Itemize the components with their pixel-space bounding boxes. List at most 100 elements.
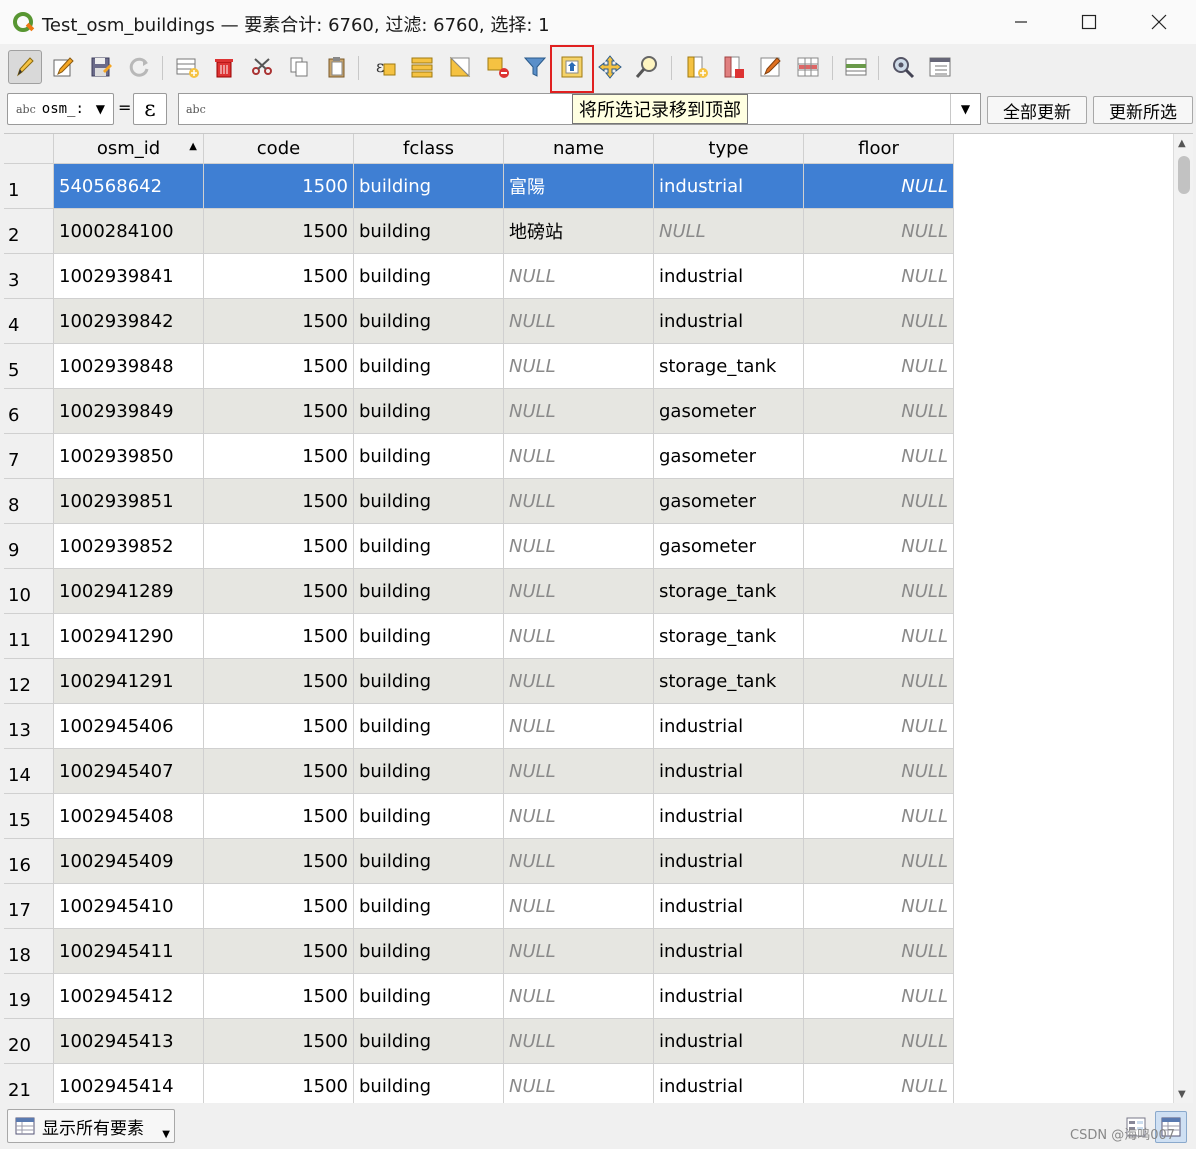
cell-type[interactable]: industrial	[654, 1019, 804, 1064]
cell-osm-id[interactable]: 1002945406	[54, 704, 204, 749]
multi-edit-button[interactable]	[46, 50, 80, 84]
cell-code[interactable]: 1500	[204, 344, 354, 389]
cell-type[interactable]: industrial	[654, 884, 804, 929]
table-row[interactable]: 18 1002945411 1500 building NULL industrial NU…	[4, 929, 954, 974]
invert-selection-button[interactable]	[443, 50, 477, 84]
cell-code[interactable]: 1500	[204, 434, 354, 479]
cell-floor[interactable]: NULL	[804, 1064, 954, 1103]
cell-code[interactable]: 1500	[204, 929, 354, 974]
cell-type[interactable]: storage_tank	[654, 344, 804, 389]
cell-code[interactable]: 1500	[204, 164, 354, 209]
field-select[interactable]: abc osm_: ▼	[7, 93, 114, 125]
cell-name[interactable]: 地磅站	[504, 209, 654, 254]
cell-fclass[interactable]: building	[354, 344, 504, 389]
cell-floor[interactable]: NULL	[804, 299, 954, 344]
cell-osm-id[interactable]: 1002945409	[54, 839, 204, 884]
row-number[interactable]: 18	[4, 929, 54, 974]
table-row[interactable]: 2 1000284100 1500 building 地磅站 NULL NULL	[4, 209, 954, 254]
cell-code[interactable]: 1500	[204, 1019, 354, 1064]
cell-floor[interactable]: NULL	[804, 254, 954, 299]
new-field-button[interactable]	[679, 50, 713, 84]
expression-button[interactable]: ε	[133, 93, 167, 125]
delete-field-button[interactable]	[716, 50, 750, 84]
row-number[interactable]: 8	[4, 479, 54, 524]
cell-code[interactable]: 1500	[204, 254, 354, 299]
cell-fclass[interactable]: building	[354, 884, 504, 929]
cell-fclass[interactable]: building	[354, 704, 504, 749]
cell-floor[interactable]: NULL	[804, 164, 954, 209]
row-number[interactable]: 21	[4, 1064, 54, 1103]
row-number[interactable]: 4	[4, 299, 54, 344]
cell-code[interactable]: 1500	[204, 749, 354, 794]
cell-name[interactable]: NULL	[504, 389, 654, 434]
cell-osm-id[interactable]: 1002939841	[54, 254, 204, 299]
table-row[interactable]: 13 1002945406 1500 building NULL industrial NU…	[4, 704, 954, 749]
row-number[interactable]: 17	[4, 884, 54, 929]
row-number[interactable]: 10	[4, 569, 54, 614]
column-header-type[interactable]: type	[654, 134, 804, 164]
select-all-button[interactable]	[405, 50, 439, 84]
cell-osm-id[interactable]: 1002939852	[54, 524, 204, 569]
cell-osm-id[interactable]: 1002939848	[54, 344, 204, 389]
cell-code[interactable]: 1500	[204, 299, 354, 344]
cell-osm-id[interactable]: 1002941290	[54, 614, 204, 659]
row-number[interactable]: 20	[4, 1019, 54, 1064]
cell-osm-id[interactable]: 1002939851	[54, 479, 204, 524]
cell-floor[interactable]: NULL	[804, 704, 954, 749]
cell-fclass[interactable]: building	[354, 209, 504, 254]
cell-type[interactable]: industrial	[654, 839, 804, 884]
cell-code[interactable]: 1500	[204, 614, 354, 659]
deselect-all-button[interactable]	[481, 50, 515, 84]
table-row[interactable]: 6 1002939849 1500 building NULL gasometer NULL	[4, 389, 954, 434]
table-row[interactable]: 5 1002939848 1500 building NULL storage_tank N…	[4, 344, 954, 389]
zoom-to-selection-button[interactable]	[630, 50, 664, 84]
cell-fclass[interactable]: building	[354, 839, 504, 884]
cell-type[interactable]: industrial	[654, 164, 804, 209]
table-row[interactable]: 12 1002941291 1500 building NULL storage_tank…	[4, 659, 954, 704]
cell-fclass[interactable]: building	[354, 794, 504, 839]
cell-fclass[interactable]: building	[354, 389, 504, 434]
column-header-code[interactable]: code	[204, 134, 354, 164]
cell-osm-id[interactable]: 540568642	[54, 164, 204, 209]
conditional-formatting-button[interactable]	[791, 50, 825, 84]
row-number[interactable]: 13	[4, 704, 54, 749]
row-number[interactable]: 5	[4, 344, 54, 389]
field-calculator-button[interactable]	[753, 50, 787, 84]
cell-code[interactable]: 1500	[204, 704, 354, 749]
row-number[interactable]: 9	[4, 524, 54, 569]
scroll-up-icon[interactable]: ▲	[1178, 138, 1186, 149]
column-header-name[interactable]: name	[504, 134, 654, 164]
cell-fclass[interactable]: building	[354, 974, 504, 1019]
cell-fclass[interactable]: building	[354, 749, 504, 794]
cell-name[interactable]: NULL	[504, 974, 654, 1019]
cell-type[interactable]: gasometer	[654, 434, 804, 479]
cell-name[interactable]: NULL	[504, 524, 654, 569]
cell-floor[interactable]: NULL	[804, 659, 954, 704]
cell-floor[interactable]: NULL	[804, 614, 954, 659]
cell-name[interactable]: NULL	[504, 839, 654, 884]
cell-floor[interactable]: NULL	[804, 569, 954, 614]
update-all-button[interactable]: 全部更新	[987, 96, 1087, 124]
cell-fclass[interactable]: building	[354, 1019, 504, 1064]
select-by-expression-button[interactable]: ε	[368, 50, 402, 84]
cell-type[interactable]: industrial	[654, 794, 804, 839]
row-number[interactable]: 3	[4, 254, 54, 299]
table-corner[interactable]	[4, 134, 54, 164]
row-number[interactable]: 2	[4, 209, 54, 254]
table-row[interactable]: 16 1002945409 1500 building NULL industrial NU…	[4, 839, 954, 884]
cell-fclass[interactable]: building	[354, 299, 504, 344]
table-row[interactable]: 11 1002941290 1500 building NULL storage_tank…	[4, 614, 954, 659]
cell-fclass[interactable]: building	[354, 569, 504, 614]
cell-osm-id[interactable]: 1002945412	[54, 974, 204, 1019]
add-feature-button[interactable]	[170, 50, 204, 84]
cell-floor[interactable]: NULL	[804, 389, 954, 434]
cell-fclass[interactable]: building	[354, 164, 504, 209]
column-header-floor[interactable]: floor	[804, 134, 954, 164]
cell-osm-id[interactable]: 1002941289	[54, 569, 204, 614]
cell-code[interactable]: 1500	[204, 209, 354, 254]
cell-name[interactable]: NULL	[504, 434, 654, 479]
cell-name[interactable]: NULL	[504, 344, 654, 389]
cell-name[interactable]: NULL	[504, 1019, 654, 1064]
cell-floor[interactable]: NULL	[804, 524, 954, 569]
cell-name[interactable]: NULL	[504, 614, 654, 659]
